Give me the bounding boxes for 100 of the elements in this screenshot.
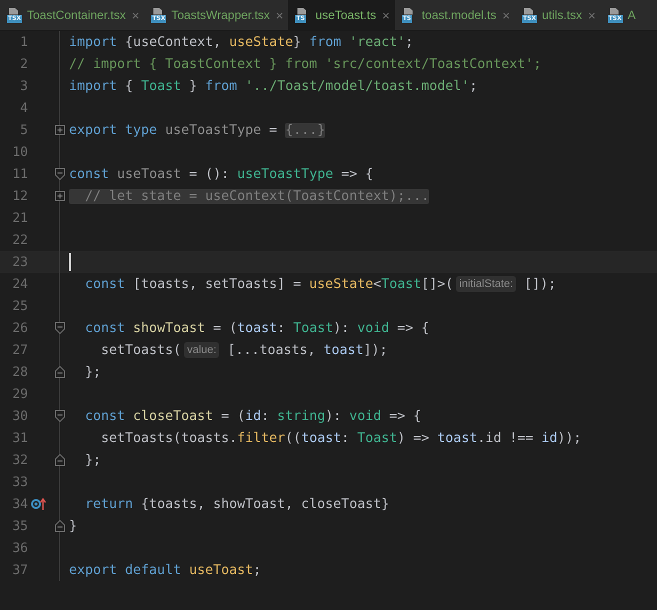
code-text: : [341,430,350,446]
code-keyword: const [84,276,126,292]
code-type: Toast [381,276,422,292]
close-tab-icon[interactable]: × [588,8,596,22]
code-text: => { [396,320,430,336]
line-number: 22 [11,232,28,248]
code-keyword: const [84,408,126,424]
expand-fold-icon[interactable] [54,191,64,201]
line-number: 1 [19,34,28,50]
code-text: ): [333,320,350,336]
code-function: filter [237,430,286,446]
code-keyword: export type [69,122,158,138]
expand-fold-icon[interactable] [54,125,64,135]
code-parameter: toast [437,430,478,446]
code-text: ) => [397,430,430,446]
code-text: => { [388,408,422,424]
code-keyword: const [84,320,126,336]
code-type: Toast [141,78,182,94]
code-text: ]); [364,342,388,358]
code-text: (( [285,430,302,446]
code-text: = [268,122,278,138]
line-number: 27 [11,342,28,358]
line-number: 4 [19,100,28,116]
code-comment: // import { ToastContext } from 'src/context/ToastContext'; [69,56,542,72]
code-parameter: toast [324,342,364,358]
close-tab-icon[interactable]: × [502,8,510,22]
code-function: useState [309,276,374,292]
code-keyword: import [69,78,118,94]
code-text: {toasts, showToast, closeToast} [140,496,390,512]
code-text: ; [469,78,478,94]
line-number: 32 [11,452,28,468]
line-number: 37 [11,562,28,578]
code-keyword: from [205,78,238,94]
line-number: 21 [11,210,28,226]
code-type: Toast [357,430,398,446]
folded-code[interactable]: // let state = useContext(ToastContext);... [69,188,430,204]
implemented-method-icon[interactable] [31,497,47,511]
code-keyword: import [69,34,118,50]
close-tab-icon[interactable]: × [132,8,140,22]
code-text: []); [523,276,556,292]
parameter-hint[interactable]: value: [184,342,220,358]
code-parameter: toast [237,320,278,336]
parameter-hint[interactable]: initialState: [456,276,516,292]
code-text: useToastType [165,122,262,138]
line-number: 33 [11,474,28,490]
line-number: 26 [11,320,28,336]
code-text: = ( [220,408,246,424]
fold-end-icon[interactable] [54,454,64,466]
code-type: useToastType [237,166,334,182]
text-cursor [69,253,71,271]
line-number: 30 [11,408,28,424]
code-type: Toast [293,320,334,336]
collapse-fold-icon[interactable] [54,168,64,180]
line-number: 2 [19,56,28,72]
line-number: 11 [11,166,28,182]
close-tab-icon[interactable]: × [382,8,390,22]
collapse-fold-icon[interactable] [54,410,64,422]
code-text: = ( [212,320,238,336]
code-text: [...toasts, [226,342,317,358]
code-keyword: from [309,34,342,50]
code-string: '../Toast/model/toast.model' [245,78,470,94]
code-text: } [69,518,78,534]
code-text: .id !== [477,430,534,446]
line-number: 36 [11,540,28,556]
code-text: => { [340,166,374,182]
code-text: : [261,408,270,424]
folded-code[interactable]: {...} [285,122,326,138]
code-function: useState [229,34,294,50]
fold-end-icon[interactable] [54,520,64,532]
fold-end-icon[interactable] [54,366,64,378]
code-text: [toasts, setToasts] = [132,276,302,292]
line-number: 31 [11,430,28,446]
code-text: setToasts( [100,342,182,358]
close-tab-icon[interactable]: × [276,8,284,22]
line-number: 34 [11,496,28,512]
code-text: { [124,78,134,94]
code-string: 'react' [349,34,406,50]
code-text: < [373,276,382,292]
code-text: ): [325,408,342,424]
line-number: 28 [11,364,28,380]
code-text: : [277,320,286,336]
code-text: []>( [421,276,454,292]
code-text: }; [84,452,102,468]
code-text: setToasts(toasts. [100,430,238,446]
code-text: } [293,34,302,50]
line-number: 24 [11,276,28,292]
line-number: 3 [19,78,28,94]
code-parameter: id [245,408,262,424]
line-number: 10 [11,144,28,160]
code-text: } [188,78,198,94]
code-type: string [277,408,326,424]
code-keyword: return [84,496,134,512]
line-number: 23 [11,254,28,270]
collapse-fold-icon[interactable] [54,322,64,334]
code-function: useToast [189,562,254,578]
line-number: 35 [11,518,28,534]
code-text: }; [84,364,102,380]
code-text: useToast [117,166,182,182]
code-text: )); [557,430,582,446]
code-keyword: export default [69,562,182,578]
